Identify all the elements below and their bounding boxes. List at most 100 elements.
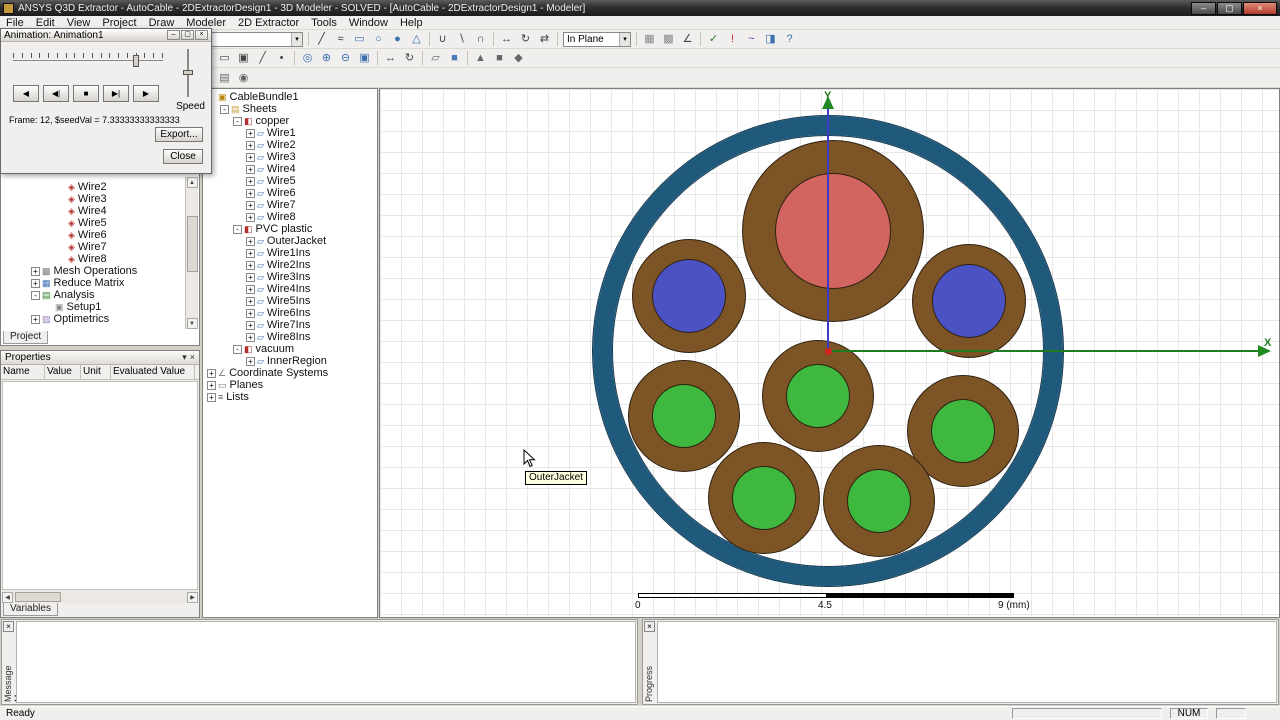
tree-item-wire5[interactable]: ◈ Wire5 xyxy=(1,217,199,229)
tree-item-wire7ins[interactable]: + ▱ Wire7Ins xyxy=(203,319,377,331)
scroll-right-icon[interactable]: ▶ xyxy=(187,591,198,603)
menu-item-view[interactable]: View xyxy=(61,17,97,29)
expand-icon[interactable]: + xyxy=(207,392,216,402)
tree-item-wire1ins[interactable]: + ▱ Wire1Ins xyxy=(203,247,377,259)
fit-all-icon[interactable]: ◎ xyxy=(299,50,316,66)
plane-dropdown[interactable]: In Plane ▾ xyxy=(563,31,631,47)
wireframe-icon[interactable]: ▱ xyxy=(427,50,444,66)
column-header-evaluated-value[interactable]: Evaluated Value xyxy=(111,365,195,379)
draw-ellipse-icon[interactable]: ○ xyxy=(370,31,387,47)
tree-item-wire3[interactable]: + ▱ Wire3 xyxy=(203,151,377,163)
expand-icon[interactable]: + xyxy=(246,320,255,330)
collapse-icon[interactable]: - xyxy=(233,224,242,234)
expand-icon[interactable]: + xyxy=(31,278,40,288)
expand-icon[interactable]: + xyxy=(31,266,40,276)
tree-item-wire3[interactable]: ◈ Wire3 xyxy=(1,193,199,205)
export-button[interactable]: Export... xyxy=(155,127,203,142)
expand-icon[interactable]: + xyxy=(207,380,216,390)
tree-item-wire5ins[interactable]: + ▱ Wire5Ins xyxy=(203,295,377,307)
scroll-thumb[interactable] xyxy=(186,216,198,272)
tree-item-innerregion[interactable]: + ▱ InnerRegion xyxy=(203,355,377,367)
chevron-down-icon[interactable]: ▾ xyxy=(619,32,630,46)
tree-item-wire1[interactable]: + ▱ Wire1 xyxy=(203,127,377,139)
chevron-down-icon[interactable]: ▾ xyxy=(291,32,302,46)
expand-icon[interactable]: + xyxy=(246,356,255,366)
menu-item-draw[interactable]: Draw xyxy=(143,17,181,29)
model-tree-icon[interactable]: ▤ xyxy=(216,70,233,86)
viewport-canvas[interactable]: Y X 0 4.5 9 (mm) xyxy=(380,89,1279,617)
expand-icon[interactable]: + xyxy=(246,260,255,270)
expand-icon[interactable]: + xyxy=(246,188,255,198)
close-icon[interactable]: × xyxy=(190,352,195,363)
wire-core-wire7[interactable] xyxy=(733,467,795,529)
orient-top-icon[interactable]: ▲ xyxy=(472,50,489,66)
viewport[interactable]: Y X 0 4.5 9 (mm) OuterJacket xyxy=(379,88,1280,618)
frame-slider-track[interactable] xyxy=(13,60,163,61)
validate-icon[interactable]: ✓ xyxy=(705,31,722,47)
tree-item-wire8ins[interactable]: + ▱ Wire8Ins xyxy=(203,331,377,343)
frame-slider-thumb[interactable] xyxy=(133,55,139,67)
play-button[interactable]: ▶ xyxy=(133,85,159,102)
orient-iso-icon[interactable]: ◆ xyxy=(510,50,527,66)
column-header-value[interactable]: Value xyxy=(45,365,81,379)
snap-icon[interactable]: ▩ xyxy=(660,31,677,47)
draw-polygon-icon[interactable]: △ xyxy=(408,31,425,47)
tree-item-reduce-matrix[interactable]: + ▦ Reduce Matrix xyxy=(1,277,199,289)
tree-item-wire8[interactable]: + ▱ Wire8 xyxy=(203,211,377,223)
close-icon[interactable]: × xyxy=(3,621,14,632)
tree-item-wire6ins[interactable]: + ▱ Wire6Ins xyxy=(203,307,377,319)
zoom-in-icon[interactable]: ⊕ xyxy=(318,50,335,66)
play-reverse-button[interactable]: ◀ xyxy=(13,85,39,102)
collapse-icon[interactable]: - xyxy=(233,344,242,354)
menu-item-2d-extractor[interactable]: 2D Extractor xyxy=(232,17,305,29)
tree-item-analysis[interactable]: - ▤ Analysis xyxy=(1,289,199,301)
menu-item-modeler[interactable]: Modeler xyxy=(180,17,232,29)
unite-icon[interactable]: ∪ xyxy=(434,31,451,47)
close-button[interactable]: Close xyxy=(163,149,203,164)
zoom-out-icon[interactable]: ⊖ xyxy=(337,50,354,66)
tree-item-wire7[interactable]: ◈ Wire7 xyxy=(1,241,199,253)
tree-item-wire7[interactable]: + ▱ Wire7 xyxy=(203,199,377,211)
stop-button[interactable]: ■ xyxy=(73,85,99,102)
expand-icon[interactable]: + xyxy=(246,176,255,186)
tree-item-wire4ins[interactable]: + ▱ Wire4Ins xyxy=(203,283,377,295)
collapse-icon[interactable]: - xyxy=(31,290,40,300)
analyze-icon[interactable]: ! xyxy=(724,31,741,47)
orient-front-icon[interactable]: ■ xyxy=(491,50,508,66)
close-button[interactable]: × xyxy=(1243,1,1277,15)
rotate-icon[interactable]: ↻ xyxy=(517,31,534,47)
dialog-close-icon[interactable]: × xyxy=(195,30,208,40)
scroll-left-icon[interactable]: ◀ xyxy=(2,591,13,603)
expand-icon[interactable]: + xyxy=(246,332,255,342)
menu-item-tools[interactable]: Tools xyxy=(305,17,343,29)
draw-spline-icon[interactable]: ≈ xyxy=(332,31,349,47)
menu-item-edit[interactable]: Edit xyxy=(30,17,61,29)
speed-slider-thumb[interactable] xyxy=(183,70,193,75)
expand-icon[interactable]: + xyxy=(246,236,255,246)
close-icon[interactable]: × xyxy=(644,621,655,632)
minimize-button[interactable]: – xyxy=(1191,1,1216,15)
expand-icon[interactable]: + xyxy=(246,248,255,258)
zoom-window-icon[interactable]: ▣ xyxy=(356,50,373,66)
pan-icon[interactable]: ↔ xyxy=(382,50,399,66)
tree-item-cablebundle1[interactable]: ▣ CableBundle1 xyxy=(203,91,377,103)
rotate-view-icon[interactable]: ↻ xyxy=(401,50,418,66)
help-icon[interactable]: ? xyxy=(781,31,798,47)
expand-icon[interactable]: + xyxy=(246,164,255,174)
tree-item-wire4[interactable]: + ▱ Wire4 xyxy=(203,163,377,175)
properties-scrollbar[interactable]: ◀ ▶ xyxy=(2,591,198,603)
wire-core-wire4[interactable] xyxy=(787,365,849,427)
wire-core-wire3[interactable] xyxy=(933,265,1005,337)
speed-slider[interactable] xyxy=(183,49,193,97)
measure-icon[interactable]: ∠ xyxy=(679,31,696,47)
expand-icon[interactable]: + xyxy=(246,284,255,294)
tree-item-planes[interactable]: + ▭ Planes xyxy=(203,379,377,391)
scroll-up-icon[interactable]: ▲ xyxy=(186,177,198,188)
collapse-icon[interactable]: - xyxy=(233,116,242,126)
tree-item-wire6[interactable]: + ▱ Wire6 xyxy=(203,187,377,199)
collapse-icon[interactable]: - xyxy=(220,104,229,114)
menu-item-window[interactable]: Window xyxy=(343,17,394,29)
step-back-button[interactable]: ◀| xyxy=(43,85,69,102)
select-vertex-icon[interactable]: • xyxy=(273,50,290,66)
tree-item-wire2[interactable]: ◈ Wire2 xyxy=(1,181,199,193)
